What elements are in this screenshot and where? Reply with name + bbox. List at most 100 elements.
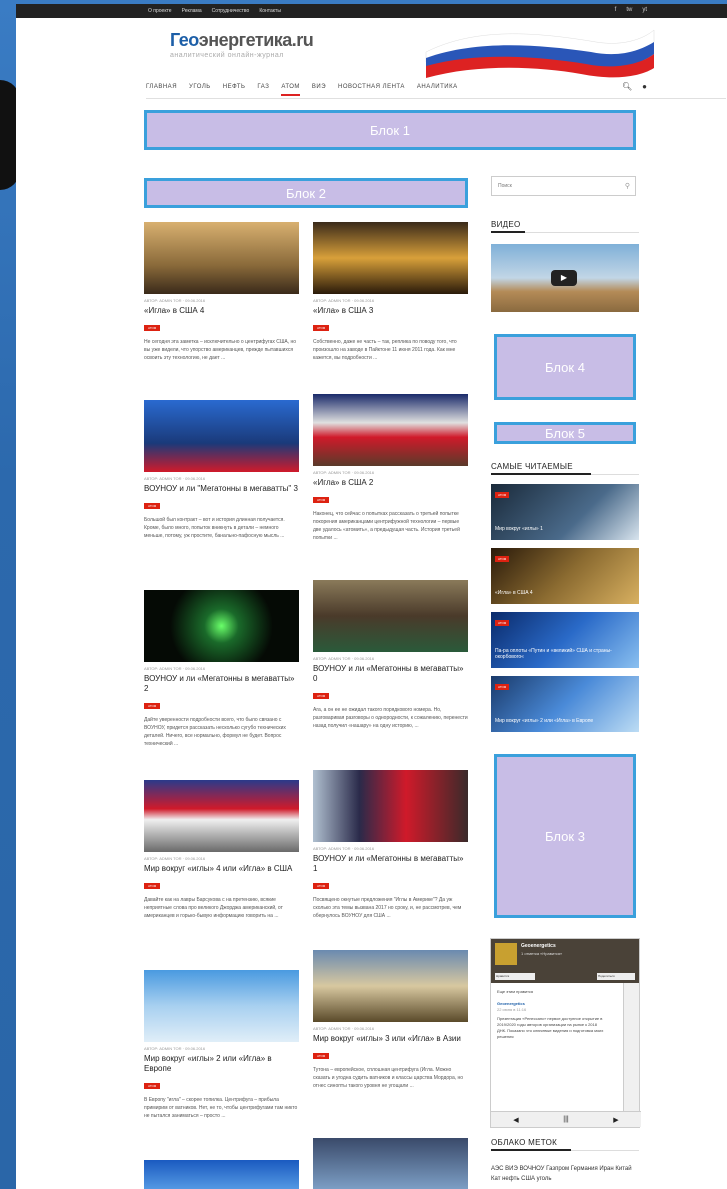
nav-item-coal[interactable]: УГОЛЬ [189, 84, 211, 96]
tag-badge[interactable]: АТОМ [144, 703, 161, 709]
article-title[interactable]: ВОУНОУ и ли «Мегатонны в мегаватты» 1 [313, 854, 468, 874]
article-excerpt: Не сегодня эта заметка – исключительно о… [144, 339, 297, 361]
scrollbar-vertical[interactable] [623, 983, 639, 1113]
fb-caption: Еще этим нравится [497, 989, 534, 994]
article-card[interactable]: АВТОР: ADMIN TOR · 09.06.2016 Мир вокруг… [144, 970, 299, 1120]
tag-badge[interactable]: АТОМ [144, 883, 161, 889]
article-meta: АВТОР: ADMIN TOR · 09.06.2016 [144, 1046, 206, 1051]
nav-item-analytics[interactable]: АНАЛИТИКА [417, 84, 458, 96]
popular-item[interactable]: АТОМ Мир вокруг «иглы» 2 или «Игла» в Евр… [491, 676, 639, 732]
article-title[interactable]: Мир вокруг «иглы» 3 или «Игла» в Азии [313, 1034, 468, 1044]
search-icon[interactable]: 🔍︎ [622, 82, 632, 91]
top-link-contacts[interactable]: Контакты [259, 8, 281, 14]
ad-block-3[interactable]: Блок 3 [494, 754, 636, 918]
popular-item-label: Мир вокруг «иглы» 1 [495, 526, 543, 532]
video-thumbnail[interactable]: ▶ [491, 244, 639, 312]
top-link-coop[interactable]: Сотрудничество [212, 8, 250, 14]
article-title[interactable]: ВОУНОУ и ли «Мегатонны в мегаватты» 0 [313, 664, 468, 684]
share-button[interactable]: Поделиться [597, 973, 635, 980]
search-icon[interactable]: ⚲ [625, 182, 630, 190]
popular-item[interactable]: АТОМ «Игла» в США 4 [491, 548, 639, 604]
tag-badge[interactable]: АТОМ [313, 325, 330, 331]
tag-badge[interactable]: АТОМ [313, 497, 330, 503]
popular-item-label: Па-ра оплоты «Путин и «великий» США и ст… [495, 648, 612, 660]
article-card[interactable]: АВТОР: ADMIN TOR · 09.06.2016 «Игла» в С… [313, 394, 468, 542]
tag-badge: АТОМ [495, 556, 510, 562]
logo-part-b: энергетика.ru [198, 30, 314, 50]
tag-badge[interactable]: АТОМ [144, 503, 161, 509]
nav-item-news[interactable]: НОВОСТНАЯ ЛЕНТА [338, 84, 405, 96]
tag-badge[interactable]: АТОМ [144, 325, 161, 331]
article-image[interactable] [144, 970, 299, 1042]
scroll-thumb[interactable]: ||| [563, 1116, 568, 1123]
nav-item-oil[interactable]: НЕФТЬ [223, 84, 246, 96]
like-button[interactable]: Нравится [495, 973, 535, 980]
article-title[interactable]: Мир вокруг «иглы» 4 или «Игла» в США [144, 864, 299, 874]
logo-subtitle: аналитический онлайн-журнал [170, 52, 284, 59]
article-meta: АВТОР: ADMIN TOR · 09.06.2016 [144, 476, 206, 481]
tag-badge[interactable]: АТОМ [144, 1083, 161, 1089]
article-card[interactable]: АВТОР: ADMIN TOR · 09.06.2016 Мир вокруг… [144, 780, 299, 920]
play-button[interactable]: ▶ [551, 270, 577, 286]
twitter-icon[interactable]: tw [626, 7, 632, 13]
nav-item-gas[interactable]: ГАЗ [257, 84, 269, 96]
article-card[interactable]: АВТОР: ADMIN TOR · 09.06.2016 ВОУНОУ и л… [313, 770, 468, 920]
tag-badge[interactable]: АТОМ [313, 883, 330, 889]
tag-cloud[interactable]: АЭС ВИЭ ВОЧНОУ Газпром Германия Иран Кит… [491, 1164, 641, 1184]
popular-item[interactable]: АТОМ Мир вокруг «иглы» 1 [491, 484, 639, 540]
article-image[interactable] [144, 400, 299, 472]
article-card[interactable]: АВТОР: ADMIN TOR · 09.06.2016 «Игла» в С… [313, 222, 468, 362]
ad-block-4[interactable]: Блок 4 [494, 334, 636, 400]
article-title[interactable]: ВОУНОУ и ли "Мегатонны в мегаватты" 3 [144, 484, 299, 494]
facebook-icon[interactable]: f [615, 7, 617, 13]
top-link-ads[interactable]: Реклама [182, 8, 202, 14]
article-image[interactable] [313, 950, 468, 1022]
arrow-right-icon[interactable]: ▶ [613, 1116, 618, 1124]
article-title[interactable]: «Игла» в США 3 [313, 306, 468, 316]
article-image[interactable] [313, 394, 468, 466]
nav-item-home[interactable]: ГЛАВНАЯ [146, 84, 177, 96]
section-cloud-title: ОБЛАКО МЕТОК [491, 1138, 558, 1147]
article-image[interactable] [313, 770, 468, 842]
facebook-widget[interactable]: Geoenergetics 1 отметка «Нравится» Нрави… [490, 938, 641, 1128]
article-title[interactable]: ВОУНОУ и ли «Мегатонны в мегаватты» 2 [144, 674, 299, 694]
top-link-about[interactable]: О проекте [148, 8, 172, 14]
top-bar: О проекте Реклама Сотрудничество Контакт… [16, 4, 727, 18]
article-image[interactable] [313, 222, 468, 294]
article-title[interactable]: «Игла» в США 2 [313, 478, 468, 488]
popular-item[interactable]: АТОМ Па-ра оплоты «Путин и «великий» США … [491, 612, 639, 668]
article-image[interactable] [144, 1160, 299, 1189]
youtube-icon[interactable]: yt [642, 7, 647, 13]
user-icon[interactable]: ● [642, 82, 647, 91]
ad-block-1[interactable]: Блок 1 [144, 110, 636, 150]
site-logo[interactable]: Геоэнергетика.ru аналитический онлайн-жу… [170, 30, 314, 59]
tag-badge: АТОМ [495, 492, 510, 498]
search-input[interactable]: Поиск ⚲ [491, 176, 636, 196]
article-meta: АВТОР: ADMIN TOR · 09.06.2016 [313, 846, 375, 851]
article-title[interactable]: Мир вокруг «иглы» 2 или «Игла» в Европе [144, 1054, 299, 1074]
ad-block-5[interactable]: Блок 5 [494, 422, 636, 444]
arrow-left-icon[interactable]: ◀ [513, 1116, 518, 1124]
tag-badge[interactable]: АТОМ [313, 693, 330, 699]
article-image[interactable] [144, 590, 299, 662]
article-card[interactable]: АВТОР: ADMIN TOR · 09.06.2016 ВОУНОУ и л… [144, 590, 299, 748]
scrollbar-horizontal[interactable]: ◀ ||| ▶ [491, 1111, 641, 1127]
article-card[interactable]: АВТОР: ADMIN TOR · 09.06.2016 ВОУНОУ и л… [313, 580, 468, 730]
fb-page-name[interactable]: Geoenergetics [521, 943, 556, 949]
article-meta: АВТОР: ADMIN TOR · 09.06.2016 [313, 470, 375, 475]
nav-item-atom[interactable]: АТОМ [281, 84, 300, 96]
tag-badge[interactable]: АТОМ [313, 1053, 330, 1059]
article-excerpt: Большой был контракт – вот и история дли… [144, 517, 285, 539]
article-title[interactable]: «Игла» в США 4 [144, 306, 299, 316]
article-image[interactable] [313, 1138, 468, 1189]
section-popular-title: САМЫЕ ЧИТАЕМЫЕ [491, 462, 573, 471]
ad-block-2[interactable]: Блок 2 [144, 178, 468, 208]
article-meta: АВТОР: ADMIN TOR · 09.06.2016 [144, 666, 206, 671]
article-card[interactable]: АВТОР: ADMIN TOR · 09.06.2016 Мир вокруг… [313, 950, 468, 1090]
nav-item-vie[interactable]: ВИЭ [312, 84, 326, 96]
article-image[interactable] [313, 580, 468, 652]
article-image[interactable] [144, 780, 299, 852]
article-card[interactable]: АВТОР: ADMIN TOR · 09.06.2016 «Игла» в С… [144, 222, 299, 362]
article-card[interactable]: АВТОР: ADMIN TOR · 09.06.2016 ВОУНОУ и л… [144, 400, 299, 540]
article-image[interactable] [144, 222, 299, 294]
